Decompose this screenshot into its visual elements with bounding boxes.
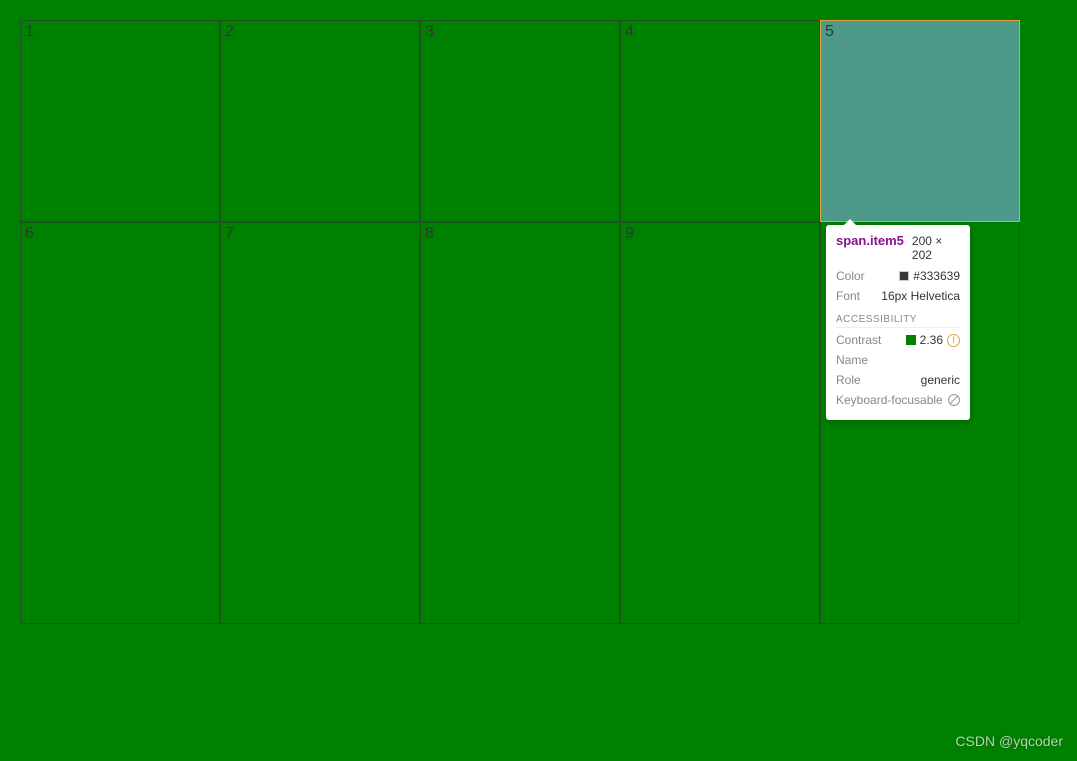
grid-cell-4[interactable]: 4 [620, 20, 820, 222]
grid-cell-6[interactable]: 6 [20, 222, 220, 624]
grid-cell-2[interactable]: 2 [220, 20, 420, 222]
grid-cell-3[interactable]: 3 [420, 20, 620, 222]
tooltip-keyboard-focusable-label: Keyboard-focusable [836, 390, 943, 410]
tooltip-dimensions: 200 × 202 [912, 234, 960, 262]
tooltip-name-label: Name [836, 350, 868, 370]
tooltip-role-value: generic [921, 370, 960, 390]
cell-label: 4 [625, 23, 634, 40]
cell-label: 6 [25, 225, 34, 242]
grid-cell-1[interactable]: 1 [20, 20, 220, 222]
tooltip-font-label: Font [836, 286, 860, 306]
cell-label: 1 [25, 23, 34, 40]
cell-label: 7 [225, 225, 234, 242]
grid-cell-8[interactable]: 8 [420, 222, 620, 624]
cell-label: 5 [825, 23, 834, 40]
page-background: 1 2 3 4 5 6 7 8 9 span.item5 200 × 202 C… [0, 0, 1077, 761]
warning-icon: ! [947, 334, 960, 347]
grid-cell-5-highlighted[interactable]: 5 [820, 20, 1020, 222]
watermark: CSDN @yqcoder [955, 733, 1063, 749]
cell-label: 3 [425, 23, 434, 40]
color-swatch-icon [899, 271, 909, 281]
tooltip-accessibility-heading: ACCESSIBILITY [836, 314, 960, 328]
cell-label: 9 [625, 225, 634, 242]
grid-cell-7[interactable]: 7 [220, 222, 420, 624]
cell-label: 2 [225, 23, 234, 40]
devtools-element-tooltip: span.item5 200 × 202 Color #333639 Font … [826, 225, 970, 420]
cell-label: 8 [425, 225, 434, 242]
tooltip-color-label: Color [836, 266, 865, 286]
not-focusable-icon [948, 394, 960, 406]
tooltip-color-value: #333639 [913, 266, 960, 286]
contrast-swatch-icon [906, 335, 916, 345]
tooltip-font-value: 16px Helvetica [881, 286, 960, 306]
grid-cell-9[interactable]: 9 [620, 222, 820, 624]
tooltip-selector: span.item5 [836, 233, 904, 248]
tooltip-contrast-label: Contrast [836, 330, 881, 350]
tooltip-role-label: Role [836, 370, 861, 390]
tooltip-contrast-value: 2.36 [920, 330, 943, 350]
